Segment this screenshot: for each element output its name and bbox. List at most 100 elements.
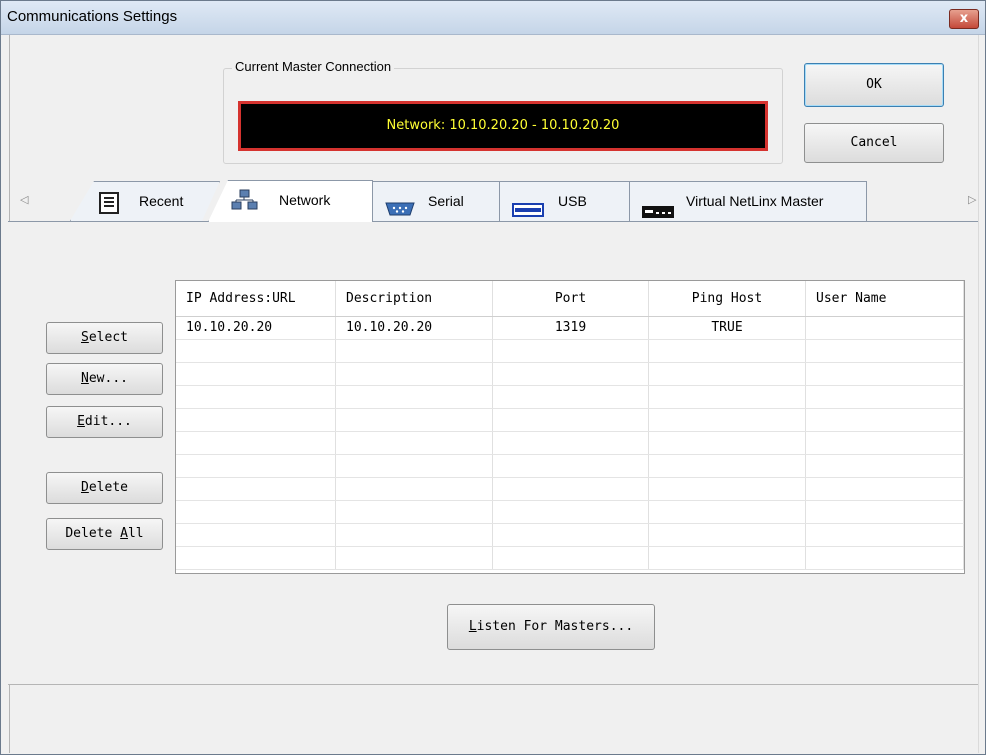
column-header-description[interactable]: Description [336,281,493,316]
ok-button[interactable]: OK [804,63,944,107]
table-row [176,340,964,363]
delete-hotkey: D [81,480,89,495]
table-header: IP Address:URL Description Port Ping Hos… [176,281,964,317]
listen-for-masters-button[interactable]: Listen For Masters... [447,604,655,650]
tab-scroll-right-icon[interactable]: ▷ [968,193,976,206]
cell-ping-host [649,386,806,408]
cell-user-name [806,409,964,431]
tab-serial-label: Serial [428,193,464,209]
listen-hotkey: L [468,619,477,634]
cell-user-name [806,386,964,408]
cell-port [493,501,649,523]
cell-description [336,386,493,408]
cell-description [336,501,493,523]
cell-user-name [806,432,964,454]
close-button[interactable]: x [949,9,979,29]
edit-button[interactable]: Edit... [46,406,163,438]
masters-table[interactable]: IP Address:URL Description Port Ping Hos… [175,280,965,574]
select-label: elect [88,330,128,345]
cell-port [493,409,649,431]
cell-ping-host: TRUE [649,317,806,339]
tab-usb[interactable]: USB [499,181,631,221]
table-row[interactable]: 10.10.20.20 10.10.20.20 1319 TRUE [176,317,964,340]
listen-label: isten For Masters... [476,619,634,634]
cell-user-name [806,317,964,339]
cell-description [336,524,493,546]
delete-label: elete [88,480,128,495]
title-bar: Communications Settings x [1,1,985,35]
connection-display: Network: 10.10.20.20 - 10.10.20.20 [238,101,768,151]
cell-port [493,386,649,408]
cell-user-name [806,547,964,569]
cell-port [493,524,649,546]
tab-network[interactable]: Network [208,180,373,222]
cell-ip [176,340,336,362]
cell-ping-host [649,547,806,569]
cell-description [336,363,493,385]
tab-scroll-left-icon[interactable]: ◁ [20,193,28,206]
delete-all-button[interactable]: Delete All [46,518,163,550]
table-row [176,432,964,455]
group-label: Current Master Connection [232,59,395,74]
new-label: ew... [88,371,128,386]
table-row [176,386,964,409]
column-header-ip[interactable]: IP Address:URL [176,281,336,316]
delete-all-hotkey: A [120,526,128,541]
cell-user-name [806,363,964,385]
edit-label: dit... [84,414,132,429]
cell-ping-host [649,478,806,500]
cell-user-name [806,478,964,500]
cell-ping-host [649,363,806,385]
cell-description [336,455,493,477]
select-hotkey: S [81,330,89,345]
new-hotkey: N [81,371,89,386]
cell-ip [176,363,336,385]
tab-recent-label: Recent [139,193,184,209]
column-header-user-name[interactable]: User Name [806,281,964,316]
new-button[interactable]: New... [46,363,163,395]
tab-usb-label: USB [558,193,587,209]
edit-hotkey: E [77,414,85,429]
close-icon: x [959,11,969,26]
table-row [176,363,964,386]
cancel-button[interactable]: Cancel [804,123,944,163]
table-row [176,524,964,547]
cell-ip [176,386,336,408]
cell-ip [176,432,336,454]
tab-virtual-netlinx-master-label: Virtual NetLinx Master [686,193,824,209]
cell-user-name [806,340,964,362]
table-row [176,501,964,524]
cell-ping-host [649,524,806,546]
tab-network-label: Network [279,192,331,208]
cell-port [493,432,649,454]
cell-description [336,432,493,454]
delete-all-label-pre: Delete [65,526,121,541]
table-row [176,547,964,570]
cell-ip [176,478,336,500]
column-header-ping-host[interactable]: Ping Host [649,281,806,316]
tab-virtual-netlinx-master[interactable]: Virtual NetLinx Master [629,181,867,221]
select-button[interactable]: Select [46,322,163,354]
cell-description [336,340,493,362]
cell-description [336,547,493,569]
cell-ip [176,501,336,523]
cell-port: 1319 [493,317,649,339]
window-title: Communications Settings [7,8,178,25]
cell-ip [176,524,336,546]
cell-ip [176,547,336,569]
tab-recent[interactable]: Recent [70,181,220,221]
cell-ping-host [649,340,806,362]
cell-port [493,478,649,500]
cell-ping-host [649,455,806,477]
cell-port [493,340,649,362]
cell-user-name [806,501,964,523]
cell-port [493,547,649,569]
network-icon [231,189,259,222]
cell-ip [176,455,336,477]
tab-serial[interactable]: Serial [371,181,501,221]
cell-ping-host [649,409,806,431]
column-header-port[interactable]: Port [493,281,649,316]
cell-ping-host [649,501,806,523]
cell-description [336,478,493,500]
delete-button[interactable]: Delete [46,472,163,504]
